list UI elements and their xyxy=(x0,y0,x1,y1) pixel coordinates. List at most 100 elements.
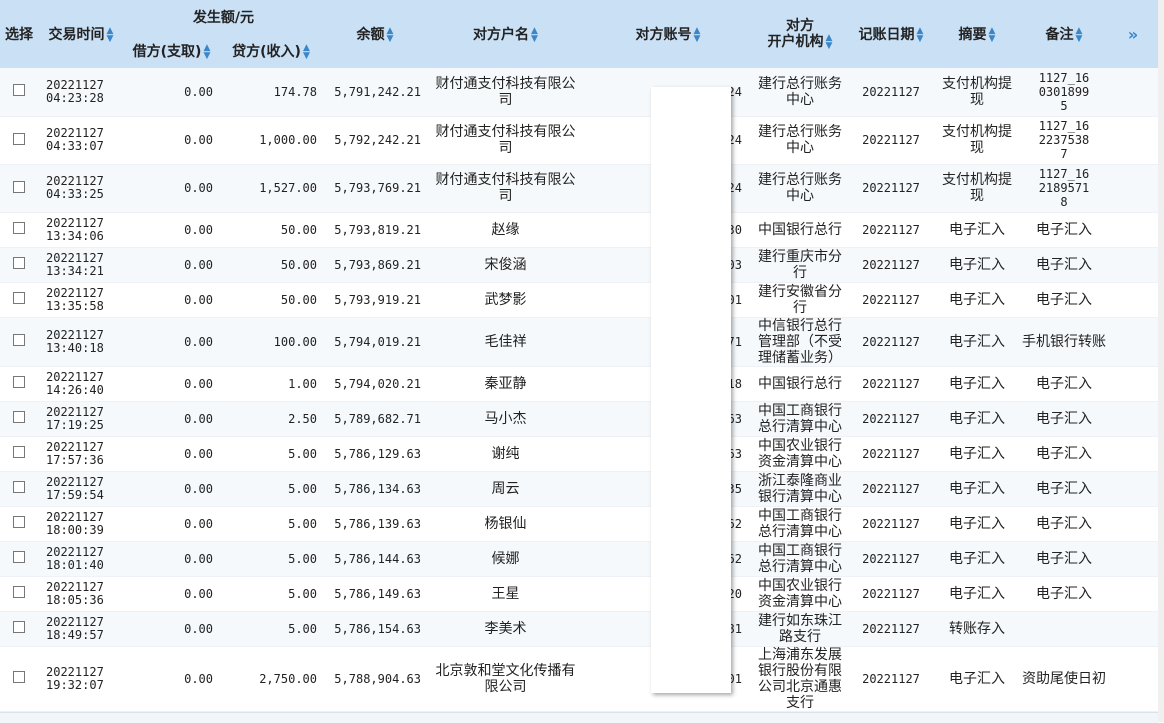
row-checkbox[interactable] xyxy=(13,551,25,563)
debit-amount: 0.00 xyxy=(124,317,219,367)
credit-amount: 50.00 xyxy=(219,247,323,283)
header-debit[interactable]: 借方(支取) ▲ ▼ xyxy=(124,34,219,68)
header-credit[interactable]: 贷方(收入) ▲ ▼ xyxy=(219,34,323,68)
header-remark[interactable]: 备注 ▲ ▼ xyxy=(1020,0,1108,68)
header-post-date[interactable]: 记账日期 ▲ ▼ xyxy=(848,0,934,68)
row-checkbox[interactable] xyxy=(13,411,25,423)
table-row[interactable]: 2022112717:19:250.002.505,789,682.71马小杰6… xyxy=(0,401,1158,437)
sort-icon[interactable]: ▲ ▼ xyxy=(107,27,114,44)
summary: 转账存入 xyxy=(934,611,1020,647)
row-checkbox[interactable] xyxy=(13,671,25,683)
row-checkbox[interactable] xyxy=(13,257,25,269)
row-checkbox[interactable] xyxy=(13,84,25,97)
row-checkbox[interactable] xyxy=(13,334,25,346)
credit-amount: 5.00 xyxy=(219,576,323,612)
row-spacer xyxy=(1108,611,1158,647)
table-row[interactable]: 2022112717:57:360.005.005,786,129.63谢纯62… xyxy=(0,436,1158,472)
header-time[interactable]: 交易时间 ▲ ▼ xyxy=(38,0,124,68)
sort-icon[interactable]: ▲ ▼ xyxy=(917,27,924,44)
credit-amount: 5.00 xyxy=(219,506,323,542)
summary: 电子汇入 xyxy=(934,282,1020,318)
row-select-cell[interactable] xyxy=(0,68,38,117)
sort-icon[interactable]: ▲ ▼ xyxy=(826,34,833,51)
transaction-table-container: 选择 交易时间 ▲ ▼ 发生额/元 余额 ▲ ▼ 对方户名 ▲ ▼ 对方账号 ▲ ▼ 对方 开户机… xyxy=(0,0,1158,722)
balance-amount: 5,789,682.71 xyxy=(323,401,427,437)
header-balance[interactable]: 余额 ▲ ▼ xyxy=(323,0,427,68)
row-select-cell[interactable] xyxy=(0,471,38,507)
table-row[interactable]: 2022112718:01:400.005.005,786,144.63候娜62… xyxy=(0,541,1158,577)
row-checkbox[interactable] xyxy=(13,292,25,304)
balance-amount: 5,786,139.63 xyxy=(323,506,427,542)
transaction-time: 20221127 13:35:58 xyxy=(38,282,124,318)
row-select-cell[interactable] xyxy=(0,436,38,472)
row-select-cell[interactable] xyxy=(0,282,38,318)
row-checkbox[interactable] xyxy=(13,180,25,193)
balance-amount: 5,792,242.21 xyxy=(323,116,427,165)
header-bank[interactable]: 对方 开户机构 ▲ ▼ xyxy=(752,0,848,68)
table-row[interactable]: 20221127 19:32:07 0.00 2,750.00 5,788,904.63… xyxy=(0,646,1158,712)
table-row[interactable]: 2022112714:26:400.001.005,794,020.21秦亚静4… xyxy=(0,366,1158,402)
row-checkbox[interactable] xyxy=(13,586,25,598)
row-select-cell[interactable] xyxy=(0,317,38,367)
row-select-cell[interactable] xyxy=(0,212,38,248)
row-select-cell[interactable] xyxy=(0,247,38,283)
header-select: 选择 xyxy=(0,0,38,68)
table-row[interactable]: 20221127 13:34:21 0.00 50.00 5,793,869.21 宋俊涵… xyxy=(0,247,1158,283)
table-row[interactable]: 2022112718:05:360.005.005,786,149.63王星62… xyxy=(0,576,1158,612)
row-checkbox[interactable] xyxy=(13,481,25,493)
remark: 资助尾使日初 xyxy=(1020,646,1108,712)
counterparty-bank: 中国工商银行总行清算中心 xyxy=(752,401,848,437)
table-row[interactable]: 20221127 13:35:58 0.00 50.00 5,793,919.21 武梦影… xyxy=(0,282,1158,318)
table-row[interactable]: 2022112717:59:540.005.005,786,134.63周云62… xyxy=(0,471,1158,507)
table-row[interactable]: 2022112718:00:390.005.005,786,139.63杨银仙6… xyxy=(0,506,1158,542)
sort-icon[interactable]: ▲ ▼ xyxy=(1076,27,1083,44)
table-row[interactable]: 20221127 04:33:07 0.00 1,000.00 5,792,242.21… xyxy=(0,116,1158,165)
row-select-cell[interactable] xyxy=(0,541,38,577)
row-select-cell[interactable] xyxy=(0,164,38,213)
sort-icon[interactable]: ▲ ▼ xyxy=(989,27,996,44)
counterparty-name: 谢纯 xyxy=(427,436,584,472)
row-select-cell[interactable] xyxy=(0,116,38,165)
row-checkbox[interactable] xyxy=(13,516,25,528)
post-date: 20221127 xyxy=(848,541,934,577)
row-checkbox[interactable] xyxy=(13,621,25,633)
table-row[interactable]: 20221127 04:33:25 0.00 1,527.00 5,793,769.21… xyxy=(0,164,1158,213)
row-select-cell[interactable] xyxy=(0,366,38,402)
post-date: 20221127 xyxy=(848,646,934,712)
transaction-time: 20221127 17:59:54 xyxy=(38,471,124,507)
table-row[interactable]: 2022112713:34:060.0050.005,793,819.21赵缘6… xyxy=(0,212,1158,248)
row-select-cell[interactable] xyxy=(0,401,38,437)
row-checkbox[interactable] xyxy=(13,132,25,145)
row-checkbox[interactable] xyxy=(13,376,25,388)
counterparty-name: 北京敦和堂文化传播有限公司 xyxy=(427,646,584,712)
row-select-cell[interactable] xyxy=(0,506,38,542)
row-spacer xyxy=(1108,317,1158,367)
row-select-cell[interactable] xyxy=(0,646,38,712)
summary: 电子汇入 xyxy=(934,576,1020,612)
row-select-cell[interactable] xyxy=(0,611,38,647)
table-row[interactable]: 20221127 04:23:28 0.00 174.78 5,791,242.21 财付… xyxy=(0,68,1158,117)
debit-amount: 0.00 xyxy=(124,436,219,472)
sort-icon[interactable]: ▲ ▼ xyxy=(531,27,538,44)
sort-icon[interactable]: ▲ ▼ xyxy=(694,27,701,44)
sort-icon[interactable]: ▲ ▼ xyxy=(387,27,394,44)
credit-amount: 2,750.00 xyxy=(219,646,323,712)
balance-amount: 5,786,129.63 xyxy=(323,436,427,472)
counterparty-name: 秦亚静 xyxy=(427,366,584,402)
header-summary[interactable]: 摘要 ▲ ▼ xyxy=(934,0,1020,68)
header-counterparty-name[interactable]: 对方户名 ▲ ▼ xyxy=(427,0,584,68)
table-row[interactable]: 20221127 13:40:18 0.00 100.00 5,794,019.21 毛佳… xyxy=(0,317,1158,367)
vertical-scrollbar[interactable] xyxy=(1158,0,1164,722)
row-checkbox[interactable] xyxy=(13,446,25,458)
counterparty-name: 候娜 xyxy=(427,541,584,577)
table-row[interactable]: 2022112718:49:570.005.005,786,154.63李美术6… xyxy=(0,611,1158,647)
header-counterparty-account[interactable]: 对方账号 ▲ ▼ xyxy=(584,0,752,68)
row-spacer xyxy=(1108,401,1158,437)
row-checkbox[interactable] xyxy=(13,222,25,234)
sort-icon[interactable]: ▲ ▼ xyxy=(303,44,310,61)
double-chevron-right-icon[interactable]: » xyxy=(1128,25,1138,44)
sort-icon[interactable]: ▲ ▼ xyxy=(203,44,210,61)
more-columns-button[interactable]: » xyxy=(1108,0,1158,68)
row-select-cell[interactable] xyxy=(0,576,38,612)
remark: 电子汇入 xyxy=(1020,541,1108,577)
